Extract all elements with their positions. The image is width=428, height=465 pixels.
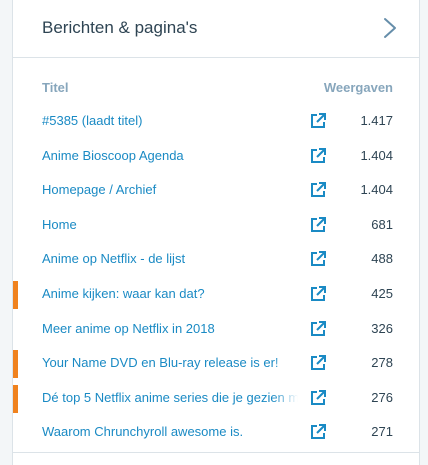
post-title-link[interactable]: #5385 (laadt titel) [42, 113, 298, 128]
post-title-link[interactable]: Anime op Netflix - de lijst [42, 251, 298, 266]
table-row: Anime kijken: waar kan dat? 425 [13, 278, 419, 313]
table-row: Home 681 [13, 209, 419, 244]
views-count: 271 [371, 424, 393, 440]
views-count: 1.417 [360, 113, 393, 128]
highlight-bar [13, 280, 18, 309]
column-header-views: Weergaven [323, 80, 393, 95]
views-count: 1.404 [360, 182, 393, 198]
card-title: Berichten & pagina's [42, 18, 198, 37]
divider [13, 452, 419, 453]
posts-list: #5385 (laadt titel) 1.417 Anime Bioscoop A… [13, 105, 419, 451]
external-link-icon[interactable] [309, 423, 327, 441]
table-row: #5385 (laadt titel) 1.417 [13, 105, 419, 140]
external-link-icon[interactable] [309, 320, 327, 338]
external-link-icon[interactable] [309, 216, 327, 234]
chevron-right-icon[interactable] [383, 17, 397, 39]
table-row: Meer anime op Netflix in 2018 326 [13, 313, 419, 348]
table-row: Your Name DVD en Blu-ray release is er! 2… [13, 347, 419, 382]
external-link-icon[interactable] [309, 147, 327, 165]
column-header-title: Titel [42, 80, 69, 95]
views-count: 278 [371, 355, 393, 371]
table-row: Dé top 5 Netflix anime series die je gez… [13, 382, 419, 417]
post-title-link[interactable]: Home [42, 217, 298, 232]
external-link-icon[interactable] [309, 112, 327, 130]
table-row: Homepage / Archief 1.404 [13, 174, 419, 209]
views-count: 276 [371, 389, 393, 405]
table-row: Anime op Netflix - de lijst 488 [13, 243, 419, 278]
views-count: 425 [371, 285, 393, 301]
views-count: 681 [371, 216, 393, 232]
post-title-link[interactable]: Meer anime op Netflix in 2018 [42, 321, 298, 336]
posts-pages-card: Berichten & pagina's Titel Weergaven #53… [12, 0, 420, 465]
external-link-icon[interactable] [309, 181, 327, 199]
table-row: Anime Bioscoop Agenda 1.404 [13, 140, 419, 175]
post-title-link[interactable]: Anime kijken: waar kan dat? [42, 286, 298, 301]
views-count: 326 [371, 320, 393, 336]
external-link-icon[interactable] [309, 250, 327, 268]
views-count: 1.404 [360, 147, 393, 163]
post-title-link[interactable]: Dé top 5 Netflix anime series die je gez… [42, 389, 298, 405]
card-header[interactable]: Berichten & pagina's [13, 0, 419, 58]
post-title-link[interactable]: Anime Bioscoop Agenda [42, 148, 298, 163]
external-link-icon[interactable] [309, 389, 327, 407]
post-title-link[interactable]: Your Name DVD en Blu-ray release is er! [42, 355, 298, 371]
highlight-bar [13, 350, 18, 379]
external-link-icon[interactable] [309, 354, 327, 372]
external-link-icon[interactable] [309, 285, 327, 303]
post-title-link[interactable]: Homepage / Archief [42, 182, 298, 197]
highlight-bar [13, 384, 18, 413]
post-title-link[interactable]: Waarom Chrunchyroll awesome is. [42, 424, 298, 439]
views-count: 488 [371, 251, 393, 267]
table-row: Waarom Chrunchyroll awesome is. 271 [13, 416, 419, 451]
